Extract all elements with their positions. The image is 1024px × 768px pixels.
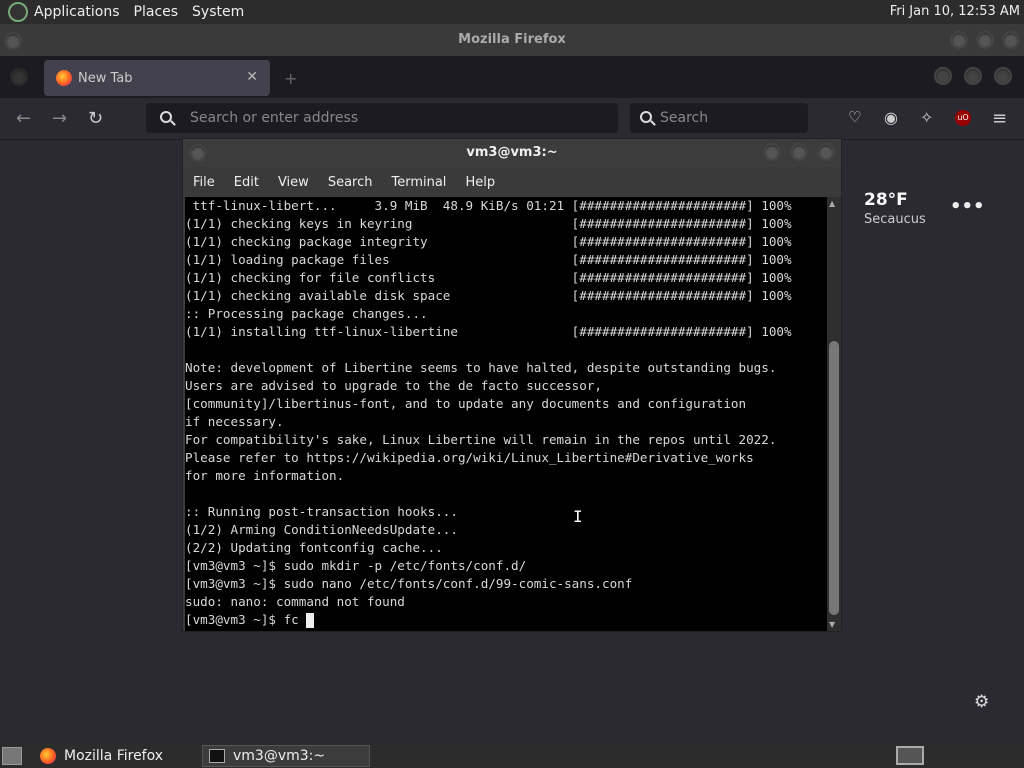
tab-new-tab[interactable]: New Tab ✕ (44, 60, 270, 96)
address-placeholder: Search or enter address (190, 110, 359, 126)
show-desktop-icon[interactable] (2, 747, 22, 765)
tab-close-icon[interactable]: ✕ (246, 69, 258, 85)
window-menu-button[interactable] (4, 32, 22, 50)
taskbar-terminal-label: vm3@vm3:~ (233, 748, 326, 764)
new-tab-button[interactable]: + (284, 69, 297, 88)
weather-more-icon[interactable]: ••• (950, 196, 985, 217)
terminal-line: Please refer to https://wikipedia.org/wi… (185, 450, 754, 465)
terminal-line: :: Running post-transaction hooks... (185, 504, 458, 519)
terminal-line: sudo: nano: command not found (185, 594, 405, 609)
terminal-line: For compatibility's sake, Linux Libertin… (185, 432, 777, 447)
scroll-up-arrow-icon[interactable]: ▲ (829, 199, 835, 208)
tab-bar: New Tab ✕ + (0, 56, 1024, 98)
tab-minimize-button[interactable] (934, 67, 952, 85)
account-icon[interactable]: ◉ (884, 108, 898, 127)
terminal-line: Note: development of Libertine seems to … (185, 360, 777, 375)
menu-help[interactable]: Help (465, 175, 495, 190)
terminal-output[interactable]: ttf-linux-libert... 3.9 MiB 48.9 KiB/s 0… (185, 197, 827, 631)
firefox-titlebar[interactable]: Mozilla Firefox (0, 24, 1024, 56)
hamburger-menu-icon[interactable]: ≡ (992, 108, 1007, 129)
minimize-button[interactable] (950, 31, 968, 49)
gear-icon[interactable]: ⚙ (974, 692, 989, 712)
forward-arrow-icon[interactable]: → (52, 108, 67, 129)
taskbar-terminal[interactable]: vm3@vm3:~ (202, 745, 370, 767)
search-placeholder: Search (660, 110, 709, 126)
tab-label: New Tab (78, 70, 133, 86)
clock[interactable]: Fri Jan 10, 12:53 AM (890, 4, 1020, 19)
terminal-icon (209, 749, 225, 763)
menu-search[interactable]: Search (328, 175, 373, 190)
scroll-down-arrow-icon[interactable]: ▼ (829, 620, 835, 629)
terminal-line: [vm3@vm3 ~]$ sudo mkdir -p /etc/fonts/co… (185, 558, 527, 573)
terminal-close-button[interactable] (817, 143, 835, 161)
navigation-bar: ← → ↻ Search or enter address Search ♡ ◉… (0, 98, 1024, 140)
terminal-scrollbar[interactable]: ▲ ▼ (827, 197, 841, 631)
terminal-line: :: Processing package changes... (185, 306, 428, 321)
system-menu[interactable]: System (192, 4, 244, 20)
places-menu[interactable]: Places (134, 4, 179, 20)
workspace-switcher[interactable] (896, 746, 924, 765)
terminal-line: (1/1) installing ttf-linux-libertine [##… (185, 324, 792, 339)
tab-close-window-button[interactable] (994, 67, 1012, 85)
terminal-maximize-button[interactable] (790, 143, 808, 161)
terminal-line: ttf-linux-libert... 3.9 MiB 48.9 KiB/s 0… (185, 198, 792, 213)
terminal-line: if necessary. (185, 414, 284, 429)
terminal-window[interactable]: vm3@vm3:~ File Edit View Search Terminal… (182, 138, 842, 632)
weather-city: Secaucus (864, 212, 926, 227)
terminal-line: (1/1) checking for file conflicts [#####… (185, 270, 792, 285)
firefox-window-title: Mozilla Firefox (458, 32, 566, 47)
menu-terminal[interactable]: Terminal (391, 175, 446, 190)
terminal-title: vm3@vm3:~ (466, 145, 558, 160)
top-panel: Applications Places System Fri Jan 10, 1… (0, 0, 1024, 24)
scrollbar-thumb[interactable] (829, 341, 839, 615)
reload-icon[interactable]: ↻ (88, 108, 103, 129)
menu-view[interactable]: View (278, 175, 309, 190)
terminal-window-menu-button[interactable] (189, 144, 207, 162)
firefox-icon (56, 70, 72, 86)
search-bar[interactable]: Search (630, 103, 808, 133)
bottom-taskbar: Mozilla Firefox vm3@vm3:~ (0, 744, 1024, 768)
search-icon (160, 111, 172, 123)
firefox-icon (40, 748, 56, 764)
applications-menu[interactable]: Applications (34, 4, 120, 20)
tab-overflow-button[interactable] (10, 68, 28, 86)
terminal-line: (1/2) Arming ConditionNeedsUpdate... (185, 522, 458, 537)
taskbar-firefox[interactable]: Mozilla Firefox (34, 745, 198, 767)
terminal-minimize-button[interactable] (763, 143, 781, 161)
pocket-icon[interactable]: ♡ (848, 108, 861, 126)
terminal-titlebar[interactable]: vm3@vm3:~ (183, 139, 841, 167)
terminal-line: (2/2) Updating fontconfig cache... (185, 540, 443, 555)
terminal-prompt-line[interactable]: [vm3@vm3 ~]$ fc (185, 611, 827, 629)
search-icon (640, 111, 652, 123)
back-arrow-icon[interactable]: ← (16, 108, 31, 129)
terminal-line: (1/1) checking package integrity [######… (185, 234, 792, 249)
weather-widget[interactable]: 28°F Secaucus (864, 190, 926, 227)
close-window-button[interactable] (1002, 31, 1020, 49)
maximize-button[interactable] (976, 31, 994, 49)
mouse-ibeam-cursor-icon: I (573, 507, 583, 526)
terminal-line: [vm3@vm3 ~]$ sudo nano /etc/fonts/conf.d… (185, 576, 633, 591)
terminal-menubar: File Edit View Search Terminal Help (183, 167, 841, 197)
terminal-line: (1/1) checking keys in keyring [########… (185, 216, 792, 231)
terminal-line: (1/1) loading package files [###########… (185, 252, 792, 267)
menu-file[interactable]: File (193, 175, 215, 190)
text-cursor (306, 613, 315, 628)
terminal-line: (1/1) checking available disk space [###… (185, 288, 792, 303)
terminal-line: Users are advised to upgrade to the de f… (185, 378, 603, 393)
terminal-line: [community]/libertinus-font, and to upda… (185, 396, 747, 411)
terminal-prompt: [vm3@vm3 ~]$ fc (185, 612, 307, 627)
ublock-icon[interactable]: uO (955, 110, 971, 126)
extensions-icon[interactable]: ✧ (920, 108, 933, 127)
distro-logo-icon[interactable] (8, 2, 28, 22)
tab-maximize-button[interactable] (964, 67, 982, 85)
weather-temperature: 28°F (864, 190, 908, 210)
address-bar[interactable]: Search or enter address (146, 103, 618, 133)
terminal-line: for more information. (185, 468, 345, 483)
taskbar-firefox-label: Mozilla Firefox (64, 748, 164, 764)
menu-edit[interactable]: Edit (234, 175, 259, 190)
